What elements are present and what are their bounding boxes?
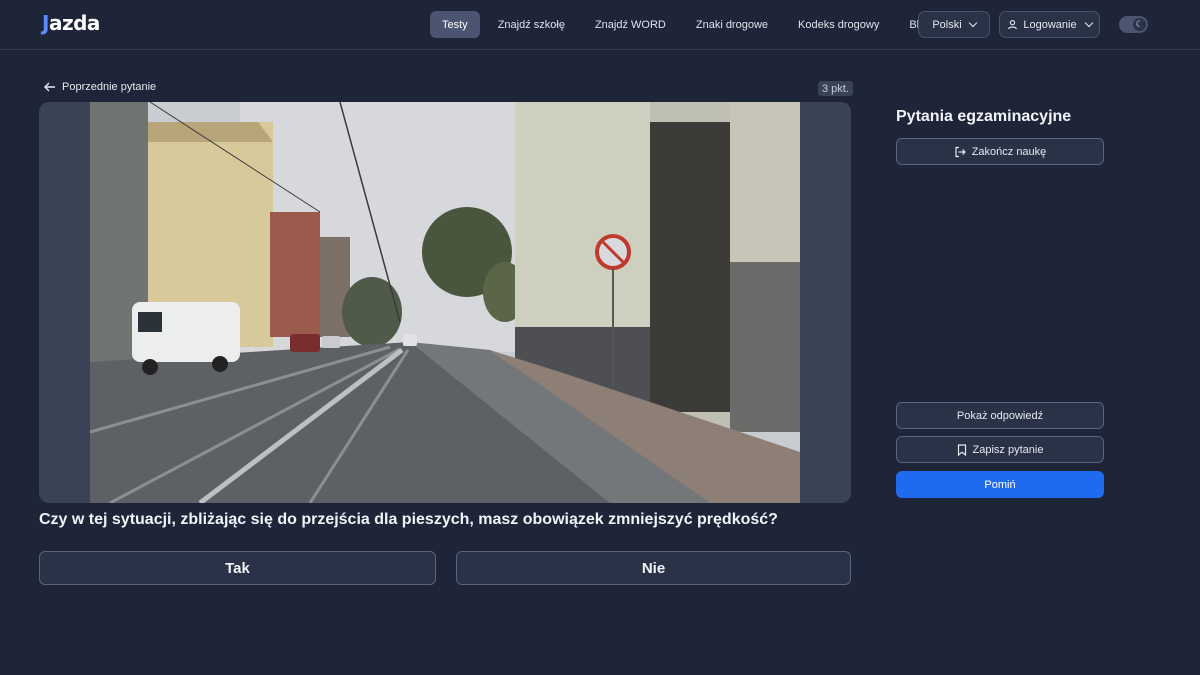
logout-icon <box>955 146 966 157</box>
user-icon <box>1008 20 1018 30</box>
save-question-label: Zapisz pytanie <box>972 443 1044 456</box>
answer-no-button[interactable]: Nie <box>456 551 851 585</box>
points-badge: 3 pkt. <box>818 81 853 96</box>
street-scene-image <box>90 102 800 503</box>
language-select[interactable]: Polski <box>918 11 990 38</box>
skip-button[interactable]: Pomiń <box>896 471 1104 498</box>
sidebar-title: Pytania egzaminacyjne <box>896 108 1072 125</box>
question-text: Czy w tej sytuacji, zbliżając się do prz… <box>39 511 778 528</box>
show-answer-button[interactable]: Pokaż odpowiedź <box>896 402 1104 429</box>
theme-toggle[interactable]: ☾ <box>1119 16 1148 33</box>
nav-item-find-school[interactable]: Znajdź szkołę <box>486 11 577 38</box>
chevron-down-icon <box>1084 18 1093 28</box>
main-nav: Testy Znajdź szkołę Znajdź WORD Znaki dr… <box>430 11 949 38</box>
previous-question-label: Poprzednie pytanie <box>62 81 157 93</box>
answer-yes-button[interactable]: Tak <box>39 551 436 585</box>
nav-item-road-signs[interactable]: Znaki drogowe <box>684 11 780 38</box>
end-study-button[interactable]: Zakończ naukę <box>896 138 1104 165</box>
previous-question-link[interactable]: Poprzednie pytanie <box>44 81 156 93</box>
site-logo[interactable]: Jazda <box>42 11 100 35</box>
moon-icon: ☾ <box>1133 18 1146 31</box>
bookmark-icon <box>957 443 966 456</box>
save-question-button[interactable]: Zapisz pytanie <box>896 436 1104 463</box>
language-label: Polski <box>932 18 962 31</box>
login-button[interactable]: Logowanie <box>999 11 1100 38</box>
nav-item-traffic-code[interactable]: Kodeks drogowy <box>786 11 891 38</box>
question-media-frame <box>39 102 851 503</box>
top-navbar: Jazda Testy Znajdź szkołę Znajdź WORD Zn… <box>0 0 1200 50</box>
chevron-down-icon <box>968 18 977 28</box>
logo-text: azda <box>48 11 100 35</box>
nav-item-find-word[interactable]: Znajdź WORD <box>583 11 678 38</box>
nav-item-testy[interactable]: Testy <box>430 11 480 38</box>
end-study-label: Zakończ naukę <box>971 145 1047 158</box>
arrow-left-icon <box>44 82 55 92</box>
question-image <box>90 102 800 503</box>
login-label: Logowanie <box>1023 18 1077 31</box>
